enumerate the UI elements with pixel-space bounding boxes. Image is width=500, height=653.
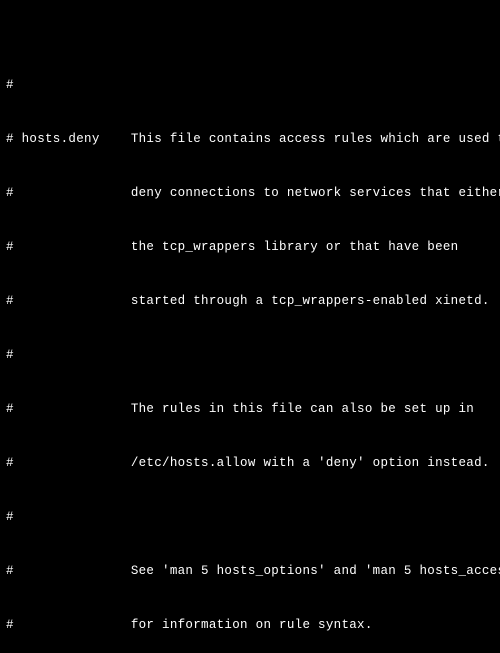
comment-line: # /etc/hosts.allow with a 'deny' option … (6, 454, 494, 472)
comment-line: # for information on rule syntax. (6, 616, 494, 634)
comment-line: # the tcp_wrappers library or that have … (6, 238, 494, 256)
comment-line: # deny connections to network services t… (6, 184, 494, 202)
comment-line: # (6, 76, 494, 94)
comment-line: # See 'man 5 hosts_options' and 'man 5 h… (6, 562, 494, 580)
comment-line: # The rules in this file can also be set… (6, 400, 494, 418)
comment-line: # started through a tcp_wrappers-enabled… (6, 292, 494, 310)
comment-line: # hosts.deny This file contains access r… (6, 130, 494, 148)
terminal-view[interactable]: # # hosts.deny This file contains access… (0, 0, 500, 653)
comment-line: # (6, 508, 494, 526)
comment-line: # (6, 346, 494, 364)
